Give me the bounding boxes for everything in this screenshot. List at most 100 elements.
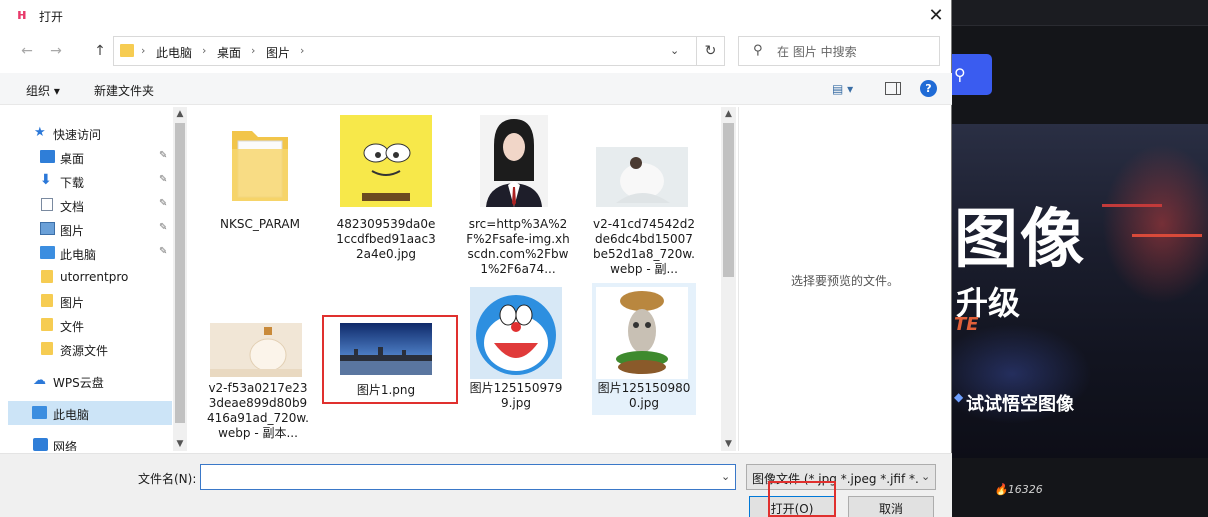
- help-icon[interactable]: ?: [920, 80, 937, 97]
- address-bar[interactable]: › 此电脑 › 桌面 › 图片 › ⌄: [113, 36, 697, 66]
- pin-icon: ✎: [159, 150, 168, 161]
- pin-icon: ✎: [159, 246, 168, 257]
- file-item-nksc-param[interactable]: NKSC_PARAM: [208, 113, 312, 233]
- close-button[interactable]: ✕: [922, 3, 950, 29]
- scroll-down-icon[interactable]: ▼: [721, 437, 736, 451]
- background-search-button[interactable]: ⚲: [952, 54, 992, 95]
- breadcrumb-separator[interactable]: ›: [300, 44, 304, 57]
- sidebar-item-utorrentpro[interactable]: utorrentpro: [8, 265, 172, 289]
- scroll-up-icon[interactable]: ▲: [721, 107, 736, 121]
- search-input[interactable]: [777, 43, 935, 61]
- close-icon: ✕: [928, 5, 944, 26]
- computer-icon: [40, 246, 55, 259]
- refresh-icon: ↻: [704, 43, 717, 59]
- command-toolbar: 组织 ▾ 新建文件夹 ▤ ▾ ?: [0, 73, 952, 105]
- file-item-spongebob[interactable]: 482309539da0e1ccdfbed91aac32a4e0.jpg: [334, 113, 438, 263]
- pin-icon: ✎: [159, 174, 168, 185]
- scrollbar-thumb[interactable]: [723, 123, 734, 277]
- breadcrumb-separator: ›: [141, 44, 146, 57]
- sidebar-scrollbar[interactable]: ▲ ▼: [173, 107, 187, 451]
- sidebar-item-documents[interactable]: 文档 ✎: [8, 193, 172, 217]
- star-icon: ★: [34, 125, 46, 140]
- banner-cta[interactable]: 试试悟空图像: [966, 390, 1074, 416]
- image-thumbnail: [210, 323, 302, 377]
- sidebar-item-pictures-folder[interactable]: 图片: [8, 289, 172, 313]
- app-logo-icon: ʜ: [17, 7, 27, 23]
- pin-icon: ✎: [159, 198, 168, 209]
- breadcrumb-desktop[interactable]: 桌面: [217, 44, 241, 61]
- sidebar-item-network[interactable]: 网络: [8, 433, 172, 451]
- background-banner[interactable]: 图像 升级 TE ◆ 试试悟空图像: [952, 124, 1208, 458]
- sidebar-item-downloads[interactable]: ⬇ 下载 ✎: [8, 169, 172, 193]
- cancel-button[interactable]: 取消: [848, 496, 934, 517]
- navigation-bar: ← → ↑ › 此电脑 › 桌面 › 图片 › ⌄ ↻ ⚲: [0, 33, 952, 69]
- image-thumbnail: [596, 147, 688, 207]
- file-name: v2-41cd74542d2de6dc4bd15007be52d1a8_720w…: [593, 217, 695, 276]
- chevron-down-icon[interactable]: ⌄: [721, 470, 730, 483]
- breadcrumb-this-pc[interactable]: 此电脑: [156, 44, 192, 61]
- forward-button[interactable]: →: [46, 41, 66, 61]
- sidebar-item-this-pc[interactable]: 此电脑: [8, 401, 172, 425]
- sidebar-item-files[interactable]: 文件: [8, 313, 172, 337]
- background-counter: 🔥16326: [994, 483, 1043, 496]
- search-box[interactable]: ⚲: [738, 36, 940, 66]
- document-icon: [41, 198, 53, 211]
- file-name: 图片1251509800.jpg: [597, 381, 691, 410]
- breadcrumb-pictures[interactable]: 图片: [266, 44, 290, 61]
- sidebar-item-pictures[interactable]: 图片 ✎: [8, 217, 172, 241]
- file-item-v2-f53a[interactable]: v2-f53a0217e233deae899d80b9416a91ad_720w…: [206, 285, 310, 451]
- folder-icon: [41, 270, 53, 283]
- breadcrumb-separator[interactable]: ›: [202, 44, 206, 57]
- sidebar-item-quick-access[interactable]: ★ 快速访问: [8, 121, 172, 145]
- file-name: v2-f53a0217e233deae899d80b9416a91ad_720w…: [207, 381, 309, 440]
- file-list-scrollbar[interactable]: ▲ ▼: [721, 107, 736, 451]
- sidebar-item-desktop[interactable]: 桌面 ✎: [8, 145, 172, 169]
- back-button[interactable]: ←: [17, 41, 37, 61]
- filename-input[interactable]: [205, 468, 705, 486]
- sidebar-item-label: 文件: [60, 320, 85, 334]
- dialog-title: 打开: [39, 10, 64, 24]
- navigation-pane: ★ 快速访问 桌面 ✎ ⬇ 下载 ✎ 文档 ✎ 图片 ✎ 此电脑 ✎ utorr…: [8, 107, 184, 451]
- file-name: 482309539da0e1ccdfbed91aac32a4e0.jpg: [336, 217, 436, 261]
- sidebar-item-label: 此电脑: [53, 408, 90, 422]
- background-topbar: [952, 0, 1208, 26]
- file-item-v2-41cd[interactable]: v2-41cd74542d2de6dc4bd15007be52d1a8_720w…: [592, 113, 696, 283]
- preview-pane-icon[interactable]: [885, 82, 901, 95]
- sidebar-item-label: 网络: [53, 440, 78, 451]
- sidebar-item-resources[interactable]: 资源文件: [8, 337, 172, 361]
- sidebar-item-this-pc-pinned[interactable]: 此电脑 ✎: [8, 241, 172, 265]
- folder-icon: [232, 131, 288, 201]
- up-button[interactable]: ↑: [90, 41, 110, 61]
- sidebar-item-label: 桌面: [60, 152, 85, 166]
- file-item-portrait[interactable]: src=http%3A%2F%2Fsafe-img.xhscdn.com%2Fb…: [466, 113, 570, 283]
- sidebar-item-label: utorrentpro: [60, 270, 129, 284]
- refresh-button[interactable]: ↻: [697, 36, 725, 66]
- file-name: 图片1251509799.jpg: [469, 381, 563, 410]
- filename-label: 文件名(N):: [138, 472, 197, 486]
- scroll-down-icon[interactable]: ▼: [173, 437, 187, 451]
- sidebar-item-label: 图片: [60, 224, 85, 238]
- sidebar-item-label: WPS云盘: [53, 376, 104, 390]
- file-item-doraemon[interactable]: 图片1251509799.jpg: [464, 285, 568, 415]
- sidebar-item-label: 下载: [60, 176, 85, 190]
- folder-icon: [41, 294, 53, 307]
- filename-combobox[interactable]: ⌄: [200, 464, 736, 490]
- annotation-highlight-file: [322, 315, 458, 404]
- background-app: ⚲ 图像 升级 TE ◆ 试试悟空图像 🔥16326: [952, 0, 1208, 517]
- file-name: NKSC_PARAM: [220, 217, 300, 231]
- breadcrumb-separator[interactable]: ›: [251, 44, 255, 57]
- network-icon: [33, 438, 48, 451]
- organize-button[interactable]: 组织 ▾: [26, 82, 60, 99]
- sidebar-item-label: 资源文件: [60, 344, 109, 358]
- title-bar[interactable]: ʜ 打开 ✕: [0, 0, 952, 31]
- file-item-burger[interactable]: 图片1251509800.jpg: [592, 283, 696, 415]
- chevron-down-icon[interactable]: ⌄: [670, 44, 679, 57]
- sidebar-item-wps-cloud[interactable]: ☁ WPS云盘: [8, 369, 172, 393]
- view-options-button[interactable]: ▤ ▾: [832, 82, 853, 96]
- scroll-up-icon[interactable]: ▲: [173, 107, 187, 121]
- scrollbar-thumb[interactable]: [175, 123, 185, 423]
- new-folder-button[interactable]: 新建文件夹: [94, 82, 154, 99]
- folder-icon: [41, 342, 53, 355]
- open-file-dialog: ʜ 打开 ✕ ← → ↑ › 此电脑 › 桌面 › 图片 › ⌄ ↻ ⚲ 在 图…: [0, 0, 952, 517]
- pictures-icon: [40, 222, 55, 235]
